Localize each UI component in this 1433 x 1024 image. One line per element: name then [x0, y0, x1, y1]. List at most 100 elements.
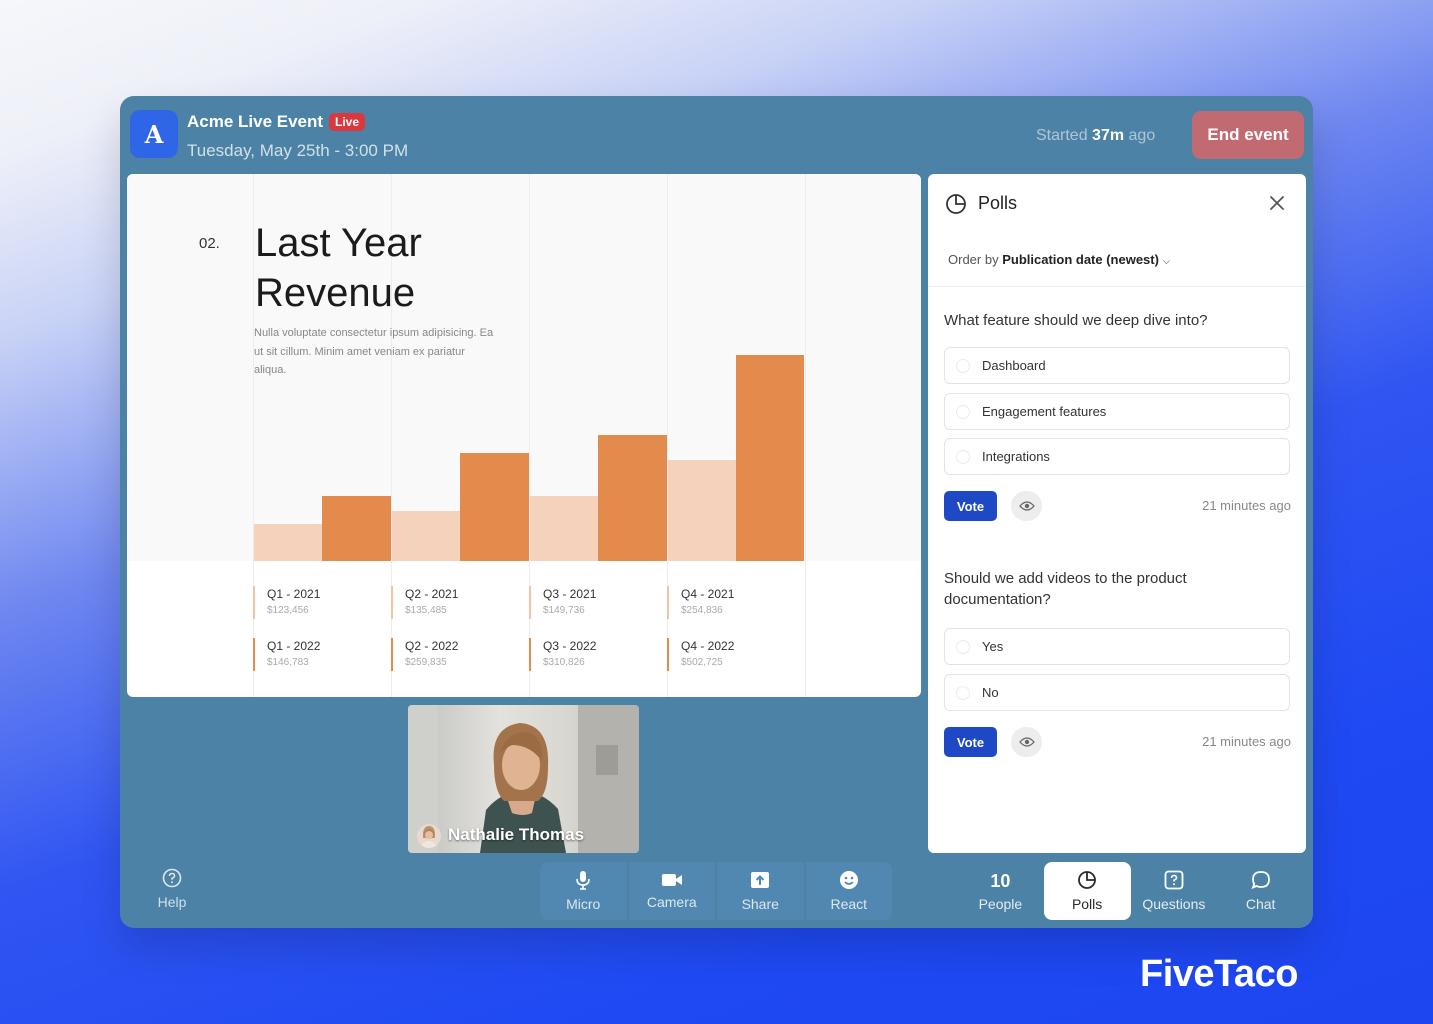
help-button[interactable]: Help [147, 868, 197, 910]
order-prefix: Order by [948, 252, 999, 267]
polls-panel: Polls Order by Publication date (newest)… [928, 174, 1306, 853]
radio-button[interactable] [956, 449, 970, 464]
app-window: A Acme Live Event Live Tuesday, May 25th… [120, 96, 1313, 928]
camera-icon [661, 874, 682, 886]
polls-title: Polls [978, 193, 1018, 213]
polls-icon [1078, 871, 1097, 889]
share-icon [751, 872, 770, 888]
tab-label: Questions [1142, 896, 1206, 912]
control-label: React [830, 896, 868, 912]
legend-value: $310,826 [543, 657, 585, 668]
tab-label: Chat [1245, 896, 1276, 912]
legend-q3-2022: Q3 - 2022 $310,826 [529, 638, 596, 671]
legend-q1-2022: Q1 - 2022 $146,783 [253, 638, 320, 671]
tab-questions[interactable]: Questions [1131, 862, 1218, 920]
react-button[interactable]: React [805, 862, 892, 920]
bar-q2-2022 [460, 453, 529, 561]
media-controls: Micro Camera Share React [540, 862, 892, 920]
participant-avatar [417, 824, 441, 848]
logo-letter: A [144, 119, 164, 149]
order-by-dropdown[interactable]: Order by Publication date (newest) ⌵ [948, 252, 1170, 267]
close-icon[interactable] [1265, 191, 1289, 215]
bar-q4-2021 [668, 460, 736, 561]
started-indicator: Started 37m ago [1036, 127, 1155, 145]
tab-polls[interactable]: Polls [1043, 862, 1131, 920]
event-logo: A [130, 110, 178, 158]
presentation-slide: 02. Last Year Revenue Nulla voluptate co… [127, 174, 921, 697]
vote-button[interactable]: Vote [944, 491, 997, 521]
slide-description: Nulla voluptate consectetur ipsum adipis… [254, 327, 494, 376]
smiley-icon [839, 871, 858, 889]
legend-value: $502,725 [681, 657, 723, 668]
help-icon [162, 868, 182, 888]
control-label: Micro [566, 896, 601, 912]
poll-question: What feature should we deep dive into? [944, 312, 1208, 329]
legend-value: $254,836 [681, 605, 723, 616]
legend-label: Q4 - 2021 [681, 587, 735, 601]
poll-question: Should we add videos to the product docu… [944, 570, 1187, 608]
legend-q3-2021: Q3 - 2021 $149,736 [529, 586, 596, 619]
bar-q1-2022 [322, 496, 391, 561]
legend-label: Q3 - 2021 [543, 587, 597, 601]
started-duration: 37m [1092, 127, 1125, 144]
radio-button[interactable] [956, 685, 970, 700]
tab-chat[interactable]: Chat [1217, 862, 1304, 920]
bar-q4-2022 [736, 355, 804, 561]
microphone-icon [576, 871, 591, 890]
control-label: Share [741, 896, 779, 912]
poll-option[interactable]: Engagement features [944, 393, 1290, 430]
view-results-button[interactable] [1011, 727, 1042, 757]
slide-title: Last Year Revenue [255, 221, 422, 315]
bar-q2-2021 [392, 511, 460, 561]
polls-icon [946, 194, 966, 214]
poll-option[interactable]: No [944, 674, 1290, 711]
legend-q4-2021: Q4 - 2021 $254,836 [667, 586, 734, 619]
option-label: Yes [982, 639, 1004, 654]
legend-value: $135,485 [405, 605, 447, 616]
option-label: Integrations [982, 449, 1050, 464]
camera-button[interactable]: Camera [628, 862, 715, 920]
eye-icon [1018, 737, 1035, 747]
tab-people[interactable]: 10 People [957, 862, 1044, 920]
order-value: Publication date (newest) [1002, 252, 1159, 267]
divider [928, 286, 1306, 287]
bar-q3-2021 [530, 496, 598, 561]
legend-label: Q3 - 2022 [543, 639, 597, 653]
option-label: Engagement features [982, 404, 1107, 419]
legend-value: $259,835 [405, 657, 447, 668]
radio-button[interactable] [956, 404, 970, 419]
radio-button[interactable] [956, 639, 970, 654]
legend-value: $146,783 [267, 657, 309, 668]
chevron-down-icon: ⌵ [1162, 256, 1171, 267]
tab-label: Polls [1071, 896, 1103, 912]
presenter-video[interactable]: Nathalie Thomas [408, 705, 639, 853]
view-results-button[interactable] [1011, 491, 1042, 521]
people-count: 10 [990, 870, 1011, 891]
eye-icon [1018, 501, 1035, 511]
event-title: Acme Live Event [187, 112, 324, 131]
vote-button[interactable]: Vote [944, 727, 997, 757]
radio-button[interactable] [956, 358, 970, 373]
option-label: Dashboard [982, 358, 1046, 373]
legend-value: $123,456 [267, 605, 309, 616]
slide-number: 02. [199, 235, 220, 252]
column-divider [805, 174, 806, 697]
legend-label: Q2 - 2022 [405, 639, 459, 653]
legend-q2-2022: Q2 - 2022 $259,835 [391, 638, 458, 671]
poll-option[interactable]: Dashboard [944, 347, 1290, 384]
poll-timestamp: 21 minutes ago [1202, 498, 1291, 513]
poll-option[interactable]: Yes [944, 628, 1290, 665]
chat-icon [1251, 871, 1270, 890]
poll-option[interactable]: Integrations [944, 438, 1290, 475]
started-suffix: ago [1128, 127, 1156, 144]
legend-label: Q2 - 2021 [405, 587, 459, 601]
end-event-button[interactable]: End event [1192, 111, 1304, 159]
tab-label: People [978, 895, 1023, 912]
micro-button[interactable]: Micro [540, 862, 627, 920]
legend-q4-2022: Q4 - 2022 $502,725 [667, 638, 734, 671]
help-label: Help [157, 894, 187, 910]
legend-label: Q4 - 2022 [681, 639, 735, 653]
share-button[interactable]: Share [717, 862, 804, 920]
poll-timestamp: 21 minutes ago [1202, 734, 1291, 749]
questions-icon [1164, 870, 1184, 890]
